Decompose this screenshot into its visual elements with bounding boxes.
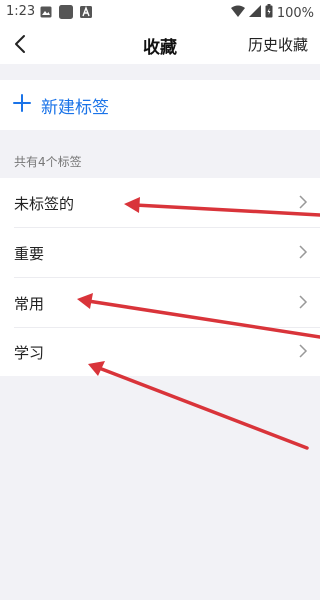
- tag-count-label: 共有4个标签: [14, 155, 82, 169]
- cell-signal-icon: [248, 5, 261, 21]
- chevron-right-icon: [298, 194, 308, 210]
- app-square-icon: [59, 5, 73, 23]
- image-icon: [40, 6, 52, 22]
- a-icon: [80, 6, 92, 22]
- nav-bar: 收藏 历史收藏: [0, 24, 320, 64]
- battery-percent: 100%: [276, 5, 314, 21]
- plus-icon: [12, 93, 32, 113]
- section-gap: [0, 64, 320, 80]
- status-time: 1:23: [6, 4, 36, 19]
- wifi-icon: [230, 5, 245, 21]
- chevron-right-icon: [298, 294, 308, 310]
- tag-name: 常用: [14, 295, 45, 313]
- tag-name: 学习: [14, 344, 45, 362]
- new-tag-button[interactable]: 新建标签: [0, 80, 320, 130]
- tag-row-untagged[interactable]: 未标签的: [0, 178, 320, 227]
- history-favorites-button[interactable]: 历史收藏: [248, 34, 308, 55]
- tag-row-study[interactable]: 学习: [0, 327, 320, 376]
- tag-name: 未标签的: [14, 195, 75, 213]
- annotation-arrow: [97, 366, 309, 450]
- tag-row-important[interactable]: 重要: [0, 228, 320, 277]
- battery-icon: [265, 4, 273, 22]
- chevron-right-icon: [298, 244, 308, 260]
- tag-list: 未标签的 重要 常用 学习: [0, 178, 320, 376]
- new-tag-label: 新建标签: [41, 98, 109, 118]
- chevron-right-icon: [298, 343, 308, 359]
- tag-row-common[interactable]: 常用: [0, 278, 320, 327]
- status-bar: 1:23 100%: [0, 0, 320, 24]
- tag-name: 重要: [14, 245, 45, 263]
